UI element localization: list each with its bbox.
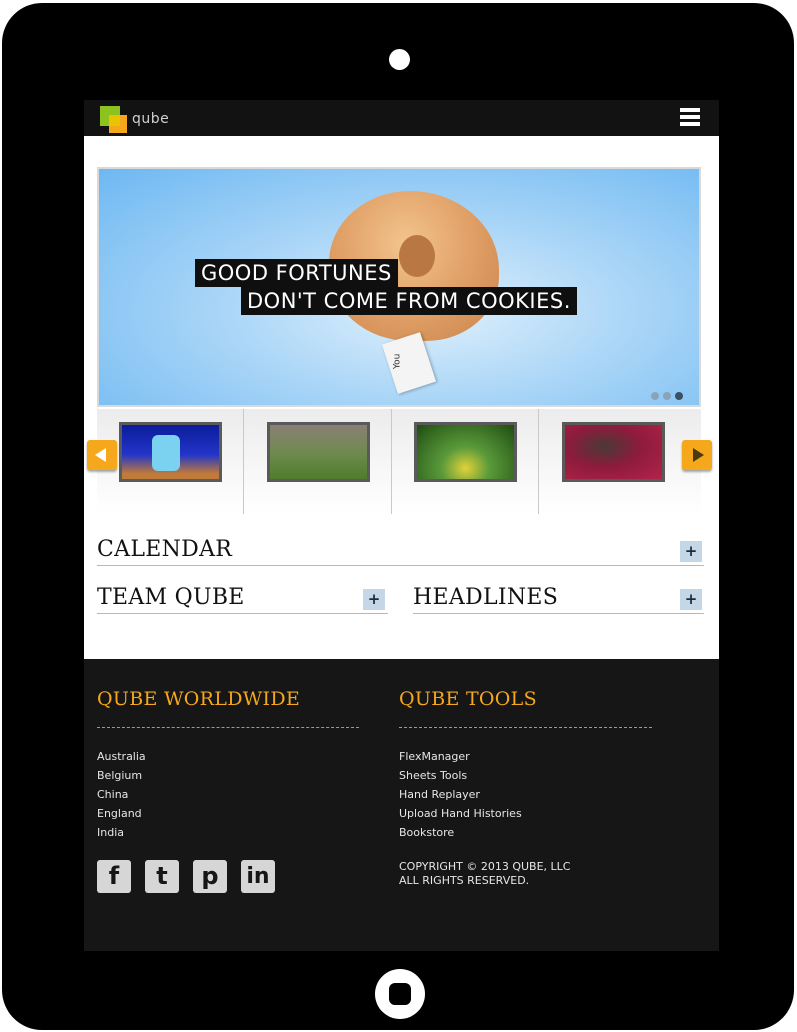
thumbnail-image[interactable] <box>414 422 517 482</box>
hamburger-menu-icon[interactable] <box>680 108 700 126</box>
country-link[interactable]: India <box>97 823 146 842</box>
calendar-section-header: CALENDAR + <box>97 537 704 566</box>
thumbnail-item[interactable] <box>245 409 392 514</box>
tool-link[interactable]: FlexManager <box>399 747 522 766</box>
twitter-icon[interactable]: t <box>145 860 179 893</box>
tool-link[interactable]: Bookstore <box>399 823 522 842</box>
prev-arrow-button[interactable] <box>87 440 117 470</box>
calendar-expand-button[interactable]: + <box>680 541 702 562</box>
divider <box>399 727 652 728</box>
divider <box>97 727 359 728</box>
country-link[interactable]: England <box>97 804 146 823</box>
top-bar: qube <box>84 100 719 136</box>
headlines-section-header: HEADLINES + <box>413 585 704 614</box>
slider-dot-2[interactable] <box>663 392 671 400</box>
tablet-frame: qube You GOOD FORTUNES DON'T COME FROM C… <box>2 3 794 1030</box>
logo-text[interactable]: qube <box>132 111 169 127</box>
chevron-right-icon <box>693 448 704 462</box>
hero-headline-line1: GOOD FORTUNES <box>195 259 398 287</box>
headlines-title: HEADLINES <box>413 585 559 610</box>
linkedin-icon[interactable]: in <box>241 860 275 893</box>
screen: qube You GOOD FORTUNES DON'T COME FROM C… <box>84 100 719 951</box>
country-link[interactable]: Belgium <box>97 766 146 785</box>
slider-dots <box>651 385 687 404</box>
thumbnail-image[interactable] <box>562 422 665 482</box>
tool-link[interactable]: Sheets Tools <box>399 766 522 785</box>
camera-icon <box>389 49 410 70</box>
copyright: COPYRIGHT © 2013 QUBE, LLC ALL RIGHTS RE… <box>399 860 570 888</box>
copyright-line1: COPYRIGHT © 2013 QUBE, LLC <box>399 860 571 873</box>
home-button[interactable] <box>375 969 425 1019</box>
team-title: TEAM QUBE <box>97 585 245 610</box>
thumbnail-strip <box>97 409 701 514</box>
tools-list: FlexManager Sheets Tools Hand Replayer U… <box>399 747 522 842</box>
thumbnail-image[interactable] <box>119 422 222 482</box>
calendar-title: CALENDAR <box>97 537 233 562</box>
headlines-expand-button[interactable]: + <box>680 589 702 610</box>
team-section-header: TEAM QUBE + <box>97 585 388 614</box>
team-expand-button[interactable]: + <box>363 589 385 610</box>
tool-link[interactable]: Upload Hand Histories <box>399 804 522 823</box>
pinterest-icon[interactable]: p <box>193 860 227 893</box>
slider-dot-1[interactable] <box>651 392 659 400</box>
facebook-icon[interactable]: f <box>97 860 131 893</box>
fortune-paper: You <box>381 332 437 394</box>
thumbnail-item[interactable] <box>540 409 687 514</box>
country-link[interactable]: China <box>97 785 146 804</box>
slider-dot-3-active[interactable] <box>675 392 683 400</box>
chevron-left-icon <box>95 448 106 462</box>
worldwide-list: Australia Belgium China England India <box>97 747 146 842</box>
thumbnail-image[interactable] <box>267 422 370 482</box>
thumbnail-item[interactable] <box>392 409 539 514</box>
hero-headline-line2: DON'T COME FROM COOKIES. <box>241 287 577 315</box>
qube-logo-icon[interactable] <box>100 106 130 134</box>
thumbnail-item[interactable] <box>97 409 244 514</box>
hero-slider[interactable]: You GOOD FORTUNES DON'T COME FROM COOKIE… <box>97 167 701 407</box>
country-link[interactable]: Australia <box>97 747 146 766</box>
next-arrow-button[interactable] <box>682 440 712 470</box>
copyright-line2: ALL RIGHTS RESERVED. <box>399 874 530 887</box>
tools-title: QUBE TOOLS <box>399 688 537 710</box>
worldwide-title: QUBE WORLDWIDE <box>97 688 301 710</box>
tool-link[interactable]: Hand Replayer <box>399 785 522 804</box>
